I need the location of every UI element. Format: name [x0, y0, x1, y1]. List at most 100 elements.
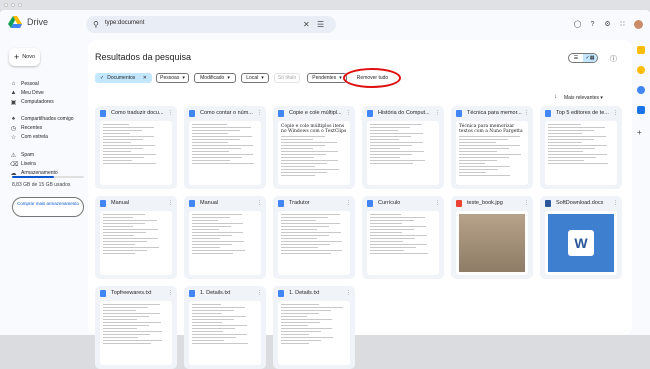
filter-chip-type[interactable]: ✓ Documentos ✕ — [95, 73, 152, 83]
more-options-icon[interactable]: ⋮ — [168, 110, 173, 116]
file-card[interactable]: Como contar o núm... ⋮ — [184, 106, 266, 189]
drive-icon: ▲ — [10, 90, 17, 96]
filter-chip-location-label: Local — [246, 75, 259, 81]
more-options-icon[interactable]: ⋮ — [524, 110, 529, 116]
search-options-icon[interactable]: ☰ — [317, 20, 324, 29]
search-input[interactable]: type:document — [105, 20, 144, 26]
file-name: Como contar o núm... — [200, 110, 253, 116]
annotation-circle — [343, 68, 401, 88]
sidebar-item-3[interactable]: ♠ Compartilhados comigo — [10, 115, 74, 123]
file-card[interactable]: Manual ⋮ — [95, 196, 177, 279]
file-thumbnail[interactable] — [456, 211, 528, 275]
contacts-app-icon[interactable] — [637, 106, 645, 114]
more-options-icon[interactable]: ⋮ — [346, 200, 351, 206]
settings-gear-icon[interactable]: ⚙ — [603, 20, 612, 29]
file-card[interactable]: 1. Details.txt ⋮ — [184, 286, 266, 369]
sidebar-item-label: Meu Drive — [21, 90, 44, 96]
file-card[interactable]: Currículo ⋮ — [362, 196, 444, 279]
file-thumbnail[interactable]: Técnica para memorizar textos com a Nuno… — [456, 121, 528, 185]
file-thumbnail[interactable] — [367, 211, 439, 275]
more-options-icon[interactable]: ⋮ — [168, 200, 173, 206]
more-options-icon[interactable]: ⋮ — [257, 200, 262, 206]
file-card[interactable]: História do Comput... ⋮ — [362, 106, 444, 189]
page-title: Resultados da pesquisa — [95, 52, 192, 62]
more-options-icon[interactable]: ⋮ — [435, 110, 440, 116]
sidebar-item-1[interactable]: ▲ Meu Drive — [10, 89, 44, 97]
window-close-dot[interactable] — [4, 3, 8, 7]
file-thumbnail[interactable]: Copie e cole múltiplos itens no Windows … — [278, 121, 350, 185]
file-thumbnail[interactable]: W — [545, 211, 617, 275]
more-options-icon[interactable]: ⋮ — [257, 290, 262, 296]
search-icon[interactable]: ⚲ — [93, 20, 99, 29]
drive-logo[interactable]: Drive — [8, 16, 48, 28]
doc-file-icon — [367, 199, 373, 207]
sidebar-item-0[interactable]: ⌂ Pessoal — [10, 80, 39, 88]
sidebar-item-4[interactable]: ◷ Recentes — [10, 124, 42, 132]
help-icon[interactable]: ? — [588, 20, 597, 29]
new-button[interactable]: + Novo — [9, 48, 40, 66]
keep-app-icon[interactable] — [637, 66, 645, 74]
image-file-icon — [456, 199, 462, 207]
file-card-header: Como contar o núm... — [184, 106, 266, 120]
file-name: SoftDownload.docx — [556, 200, 604, 206]
filter-chip-people[interactable]: Pessoas ▾ — [156, 73, 189, 83]
view-toggle[interactable]: ☰ ✓▦ — [568, 53, 598, 63]
file-thumbnail[interactable] — [189, 121, 261, 185]
clear-search-icon[interactable]: ✕ — [303, 20, 310, 29]
file-thumbnail[interactable] — [189, 211, 261, 275]
more-options-icon[interactable]: ⋮ — [613, 110, 618, 116]
file-thumbnail[interactable] — [100, 211, 172, 275]
list-view-icon[interactable]: ☰ — [569, 54, 583, 62]
calendar-app-icon[interactable] — [637, 46, 645, 54]
file-card[interactable]: Top 5 editores de te... ⋮ — [540, 106, 622, 189]
filter-chip-modified[interactable]: Modificado ▾ — [194, 73, 236, 83]
sort-direction-icon[interactable]: ↓ — [554, 94, 557, 100]
sidebar-item-6[interactable]: ⚠ Spam — [10, 151, 34, 159]
account-avatar[interactable] — [633, 19, 644, 30]
more-options-icon[interactable]: ⋮ — [257, 110, 262, 116]
search-bar[interactable]: ⚲ type:document ✕ ☰ — [86, 16, 336, 33]
sidebar-item-5[interactable]: ☆ Com estrela — [10, 133, 48, 141]
tasks-app-icon[interactable] — [637, 86, 645, 94]
file-thumbnail[interactable] — [278, 211, 350, 275]
more-options-icon[interactable]: ⋮ — [168, 290, 173, 296]
more-options-icon[interactable]: ⋮ — [524, 200, 529, 206]
sidebar-item-7[interactable]: ⌫ Lixeira — [10, 160, 36, 168]
buy-storage-button[interactable]: Comprar mais armazenamento — [12, 197, 84, 217]
more-options-icon[interactable]: ⋮ — [435, 200, 440, 206]
filter-chip-location[interactable]: Local ▾ — [241, 73, 269, 83]
more-options-icon[interactable]: ⋮ — [346, 290, 351, 296]
file-card[interactable]: teste_book.jpg ⋮ — [451, 196, 533, 279]
apps-grid-icon[interactable]: ∷ — [618, 20, 627, 29]
window-minimize-dot[interactable] — [11, 3, 15, 7]
sort-dropdown[interactable]: Mais relevantes ▾ — [564, 95, 603, 101]
file-card[interactable]: 1. Details.txt ⋮ — [273, 286, 355, 369]
file-name: Currículo — [378, 200, 401, 206]
file-card[interactable]: Como traduzir docu... ⋮ — [95, 106, 177, 189]
file-card[interactable]: Topfreewares.txt ⋮ — [95, 286, 177, 369]
check-icon: ✓ — [100, 75, 105, 81]
file-card[interactable]: SoftDownload.docx ⋮ W — [540, 196, 622, 279]
sidebar-item-2[interactable]: ▣ Computadores — [10, 98, 54, 106]
grid-view-icon[interactable]: ✓▦ — [583, 54, 597, 62]
shared-icon: ♠ — [11, 116, 16, 122]
window-maximize-dot[interactable] — [18, 3, 22, 7]
file-card[interactable]: Manual ⋮ — [184, 196, 266, 279]
get-addons-icon[interactable]: + — [637, 128, 645, 137]
more-options-icon[interactable]: ⋮ — [613, 200, 618, 206]
remove-filter-icon[interactable]: ✕ — [143, 75, 147, 81]
file-thumbnail[interactable] — [100, 121, 172, 185]
file-card[interactable]: Técnica para memor... ⋮ Técnica para mem… — [451, 106, 533, 189]
file-thumbnail[interactable] — [100, 301, 172, 365]
filter-chip-people-label: Pessoas — [160, 75, 180, 81]
offline-status-icon[interactable]: ◯ — [573, 20, 582, 29]
file-thumbnail[interactable] — [278, 301, 350, 365]
more-options-icon[interactable]: ⋮ — [346, 110, 351, 116]
details-info-icon[interactable]: ⓘ — [610, 54, 617, 64]
file-card[interactable]: Tradutor ⋮ — [273, 196, 355, 279]
file-card[interactable]: Copie e cole múltipl... ⋮ Copie e cole m… — [273, 106, 355, 189]
file-thumbnail[interactable] — [367, 121, 439, 185]
filter-chip-pending[interactable]: Pendentes ▾ — [307, 73, 347, 83]
file-thumbnail[interactable] — [545, 121, 617, 185]
file-thumbnail[interactable] — [189, 301, 261, 365]
